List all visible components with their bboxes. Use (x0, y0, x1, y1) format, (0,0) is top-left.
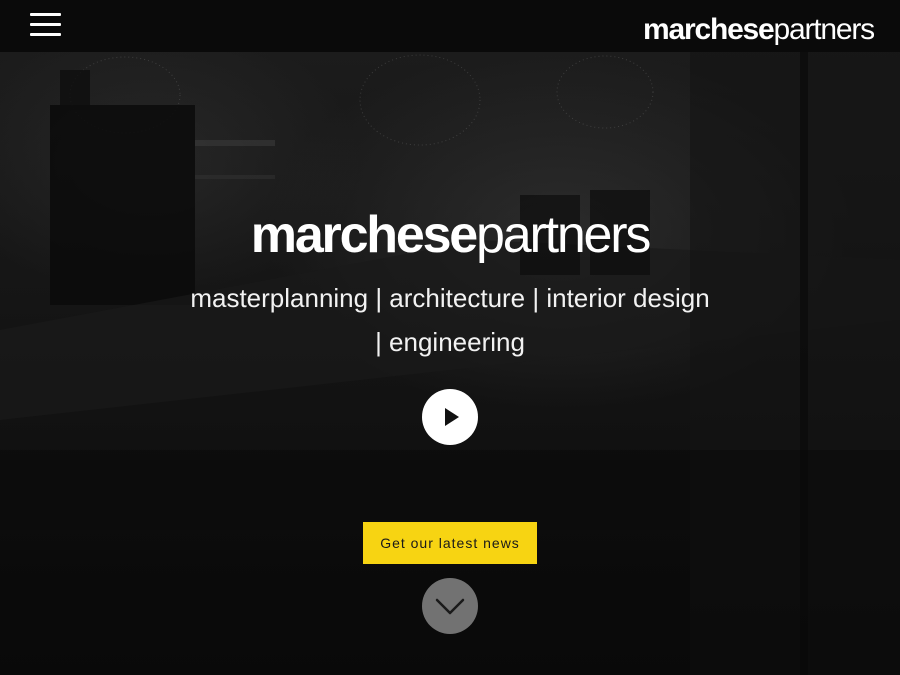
landing-page: marchesepartners marchesepartners master… (0, 0, 900, 675)
play-video-button[interactable] (422, 389, 478, 445)
tagline-line-1: masterplanning | architecture | interior… (190, 283, 710, 313)
menu-line (30, 23, 61, 26)
hamburger-menu-icon[interactable] (30, 10, 62, 40)
latest-news-button[interactable]: Get our latest news (363, 522, 537, 564)
hero-tagline: masterplanning | architecture | interior… (150, 276, 750, 364)
menu-line (30, 13, 61, 16)
scroll-down-button[interactable] (422, 578, 478, 634)
hero-logo-light: partners (476, 206, 651, 264)
header-logo-light: partners (773, 13, 876, 46)
tagline-line-2: | engineering (375, 327, 525, 357)
header-logo-link[interactable]: marchesepartners (643, 12, 876, 48)
play-icon (445, 408, 459, 426)
header-logo-bold: marchese (643, 13, 775, 46)
menu-line (30, 33, 61, 36)
hero-logo: marchesepartners (0, 204, 900, 266)
chevron-down-icon (435, 598, 465, 615)
hero-logo-bold: marchese (250, 206, 478, 264)
top-navigation-bar: marchesepartners (0, 0, 900, 52)
